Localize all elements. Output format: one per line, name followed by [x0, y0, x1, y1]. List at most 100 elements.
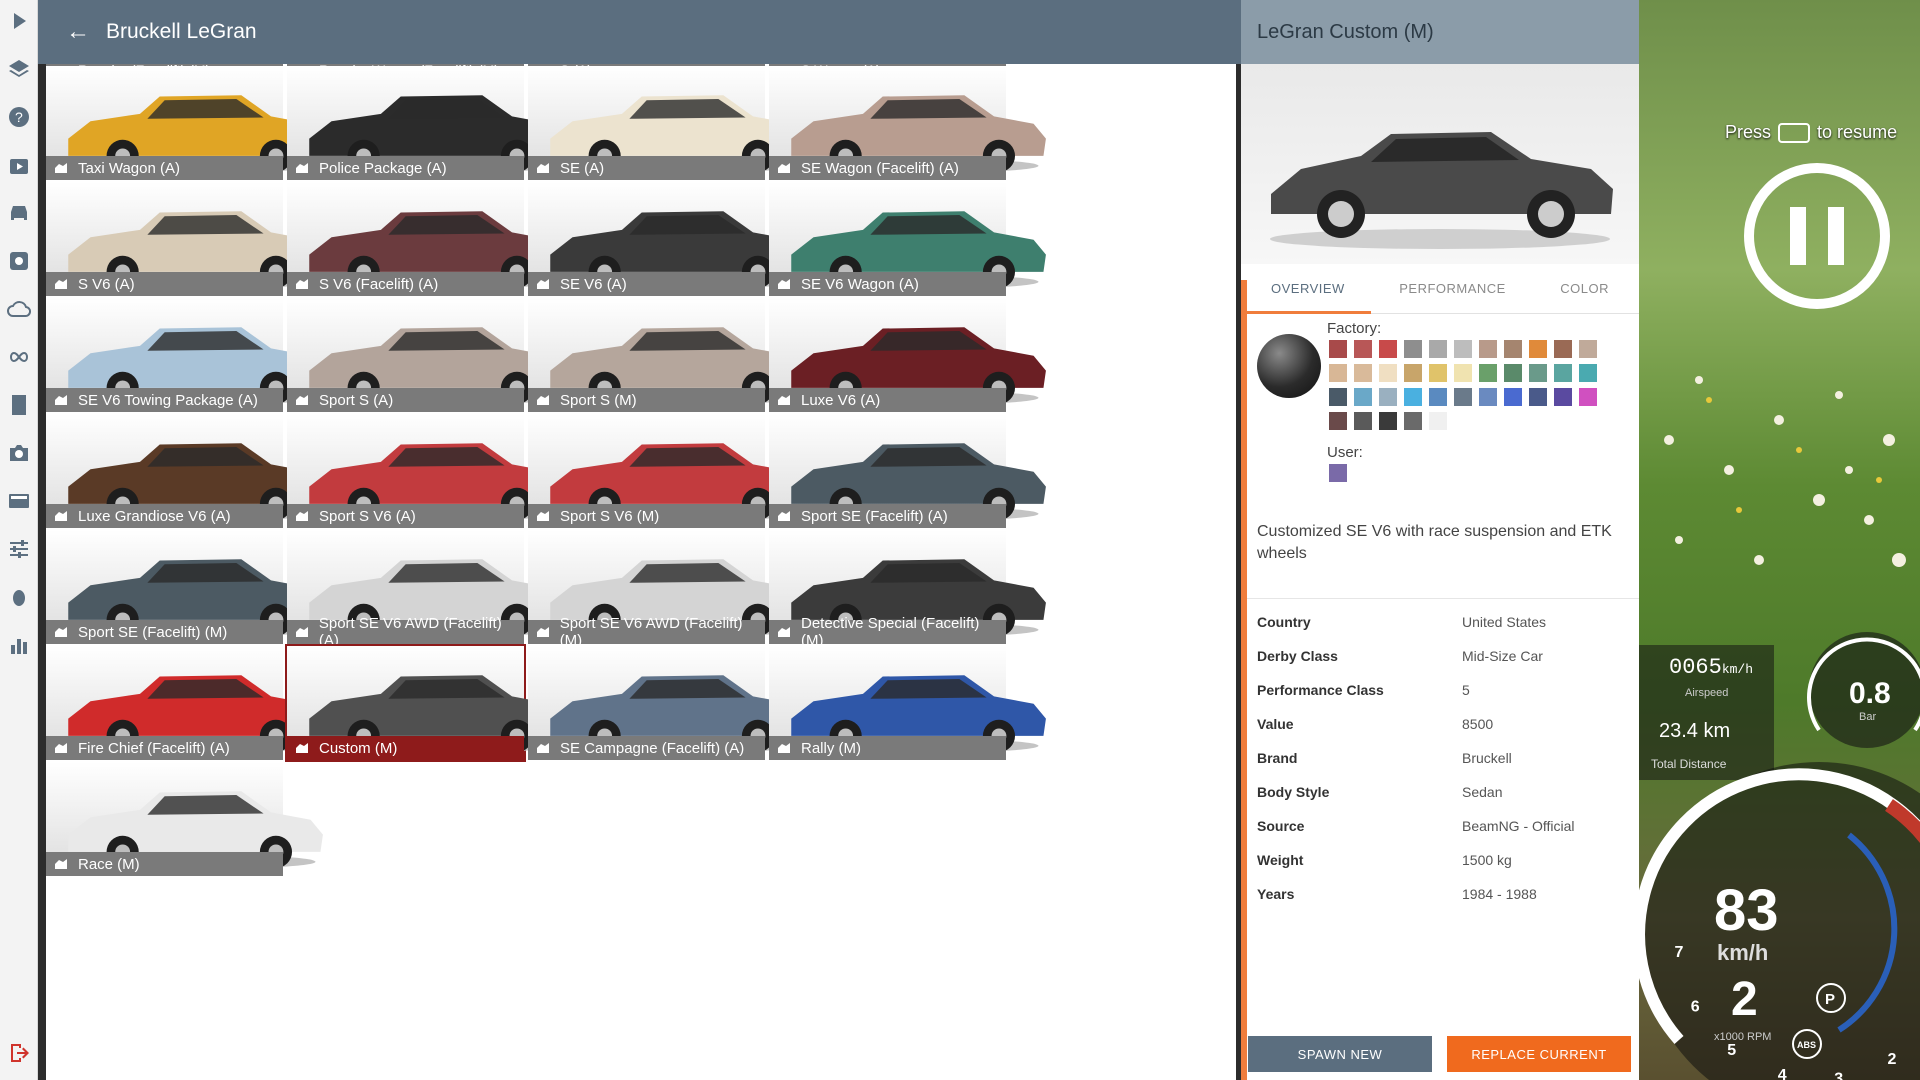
- vehicle-tile[interactable]: Custom (M): [285, 644, 564, 762]
- color-swatch[interactable]: [1479, 388, 1497, 406]
- vehicle-tile[interactable]: Rally (M): [769, 646, 1046, 760]
- color-swatch[interactable]: [1329, 340, 1347, 358]
- vehicle-tile[interactable]: Detective Special (Facelift) (M): [769, 530, 1046, 649]
- color-swatch[interactable]: [1329, 388, 1347, 406]
- color-swatch[interactable]: [1454, 388, 1472, 406]
- bug-icon[interactable]: [0, 578, 38, 616]
- vehicle-tile[interactable]: Sport SE V6 AWD (Facelift) (A): [287, 530, 564, 649]
- camera-icon[interactable]: [0, 434, 38, 472]
- color-swatch[interactable]: [1379, 388, 1397, 406]
- color-swatch[interactable]: [1504, 340, 1522, 358]
- vehicle-tile[interactable]: SE V6 (A): [528, 182, 805, 296]
- detail-title: LeGran Custom (M): [1241, 0, 1639, 64]
- color-swatch[interactable]: [1554, 340, 1572, 358]
- vehicle-tile[interactable]: SE Wagon (Facelift) (A): [769, 66, 1046, 180]
- play-icon[interactable]: [0, 2, 38, 40]
- color-swatch[interactable]: [1479, 364, 1497, 382]
- color-swatch[interactable]: [1429, 388, 1447, 406]
- scenario-icon[interactable]: [0, 146, 38, 184]
- vehicle-tile[interactable]: Luxe V6 (A): [769, 298, 1046, 412]
- vehicle-tile[interactable]: Taxi Wagon (A): [46, 66, 323, 180]
- vehicle-name: SE V6 (A): [560, 275, 627, 293]
- color-swatch[interactable]: [1404, 364, 1422, 382]
- vehicle-tile[interactable]: S V6 (A): [46, 182, 323, 296]
- color-swatch[interactable]: [1554, 364, 1572, 382]
- sliders-icon[interactable]: [0, 530, 38, 568]
- color-swatch[interactable]: [1579, 388, 1597, 406]
- config-icon: [536, 509, 552, 523]
- vehicle-tile[interactable]: SE (A): [528, 66, 805, 180]
- color-swatch[interactable]: [1504, 388, 1522, 406]
- vehicle-tile[interactable]: Sport S V6 (M): [528, 414, 805, 528]
- vehicle-tile[interactable]: Sport S V6 (A): [287, 414, 564, 528]
- stats-icon[interactable]: [0, 626, 38, 664]
- layers-icon[interactable]: [0, 50, 38, 88]
- settings-gear-icon[interactable]: [0, 242, 38, 280]
- color-swatch[interactable]: [1354, 412, 1372, 430]
- rpm-label: x1000 RPM: [1714, 1031, 1771, 1043]
- film-icon[interactable]: [0, 386, 38, 424]
- vehicle-tile[interactable]: Police Package (A): [287, 66, 564, 180]
- boost-unit: Bar: [1859, 711, 1876, 723]
- color-swatch[interactable]: [1429, 340, 1447, 358]
- spec-list: Country United States Derby Class Mid-Size …: [1241, 599, 1639, 917]
- user-color-swatch[interactable]: [1329, 464, 1347, 482]
- vehicle-tile[interactable]: SE Campagne (Facelift) (A): [528, 646, 805, 760]
- color-swatch[interactable]: [1354, 340, 1372, 358]
- color-swatch[interactable]: [1354, 388, 1372, 406]
- vehicle-tile[interactable]: Race (M): [46, 762, 323, 876]
- replace-current-button[interactable]: REPLACE CURRENT: [1447, 1036, 1631, 1072]
- panel-icon[interactable]: [0, 482, 38, 520]
- color-swatch[interactable]: [1429, 412, 1447, 430]
- tab-performance[interactable]: PERFORMANCE: [1399, 281, 1506, 296]
- vehicle-tile[interactable]: Sport S (M): [528, 298, 805, 412]
- color-swatch[interactable]: [1579, 364, 1597, 382]
- color-swatch[interactable]: [1329, 364, 1347, 382]
- color-swatch[interactable]: [1529, 364, 1547, 382]
- color-swatch[interactable]: [1479, 340, 1497, 358]
- tab-color[interactable]: COLOR: [1560, 281, 1609, 296]
- factory-label: Factory:: [1327, 320, 1382, 337]
- color-swatch[interactable]: [1554, 388, 1572, 406]
- color-swatch[interactable]: [1454, 364, 1472, 382]
- tab-overview[interactable]: OVERVIEW: [1271, 281, 1345, 296]
- exit-icon[interactable]: [0, 1034, 38, 1072]
- vehicle-tile[interactable]: Sport SE (Facelift) (A): [769, 414, 1046, 528]
- pause-icon[interactable]: [1744, 163, 1890, 309]
- vehicle-tile[interactable]: Fire Chief (Facelift) (A): [46, 646, 323, 760]
- vehicle-tile[interactable]: SE V6 Wagon (A): [769, 182, 1046, 296]
- color-swatch[interactable]: [1404, 340, 1422, 358]
- color-swatch[interactable]: [1529, 388, 1547, 406]
- color-swatch[interactable]: [1404, 388, 1422, 406]
- color-swatch[interactable]: [1354, 364, 1372, 382]
- vehicle-tile[interactable]: Sport S (A): [287, 298, 564, 412]
- vehicle-tile-label: SE Wagon (Facelift) (A): [769, 156, 1006, 180]
- vehicle-tile[interactable]: Sport SE V6 AWD (Facelift) (M): [528, 530, 805, 649]
- vehicle-tile[interactable]: Sport SE (Facelift) (M): [46, 530, 323, 644]
- config-icon: [777, 625, 793, 639]
- spec-value: Sedan: [1462, 784, 1503, 800]
- infinity-icon[interactable]: [0, 338, 38, 376]
- back-arrow-icon[interactable]: ←: [66, 20, 90, 44]
- help-icon[interactable]: ?: [0, 98, 38, 136]
- vehicle-tile[interactable]: Luxe Grandiose V6 (A): [46, 414, 323, 528]
- vehicle-tile[interactable]: SE V6 Towing Package (A): [46, 298, 323, 412]
- spawn-new-button[interactable]: SPAWN NEW: [1248, 1036, 1432, 1072]
- browser-header: ← Bruckell LeGran: [38, 0, 1241, 64]
- color-swatch[interactable]: [1454, 340, 1472, 358]
- color-swatch[interactable]: [1379, 364, 1397, 382]
- color-swatch[interactable]: [1579, 340, 1597, 358]
- color-swatch[interactable]: [1404, 412, 1422, 430]
- vehicle-icon[interactable]: [0, 194, 38, 232]
- color-swatch[interactable]: [1379, 340, 1397, 358]
- color-swatch[interactable]: [1429, 364, 1447, 382]
- vehicle-tile[interactable]: S V6 (Facelift) (A): [287, 182, 564, 296]
- cloud-icon[interactable]: [0, 290, 38, 328]
- color-swatch[interactable]: [1379, 412, 1397, 430]
- color-swatch[interactable]: [1504, 364, 1522, 382]
- spec-row: Years 1984 - 1988: [1257, 877, 1623, 911]
- config-icon: [295, 277, 311, 291]
- color-swatch[interactable]: [1329, 412, 1347, 430]
- vehicle-tile-label: Sport S (M): [528, 388, 765, 412]
- color-swatch[interactable]: [1529, 340, 1547, 358]
